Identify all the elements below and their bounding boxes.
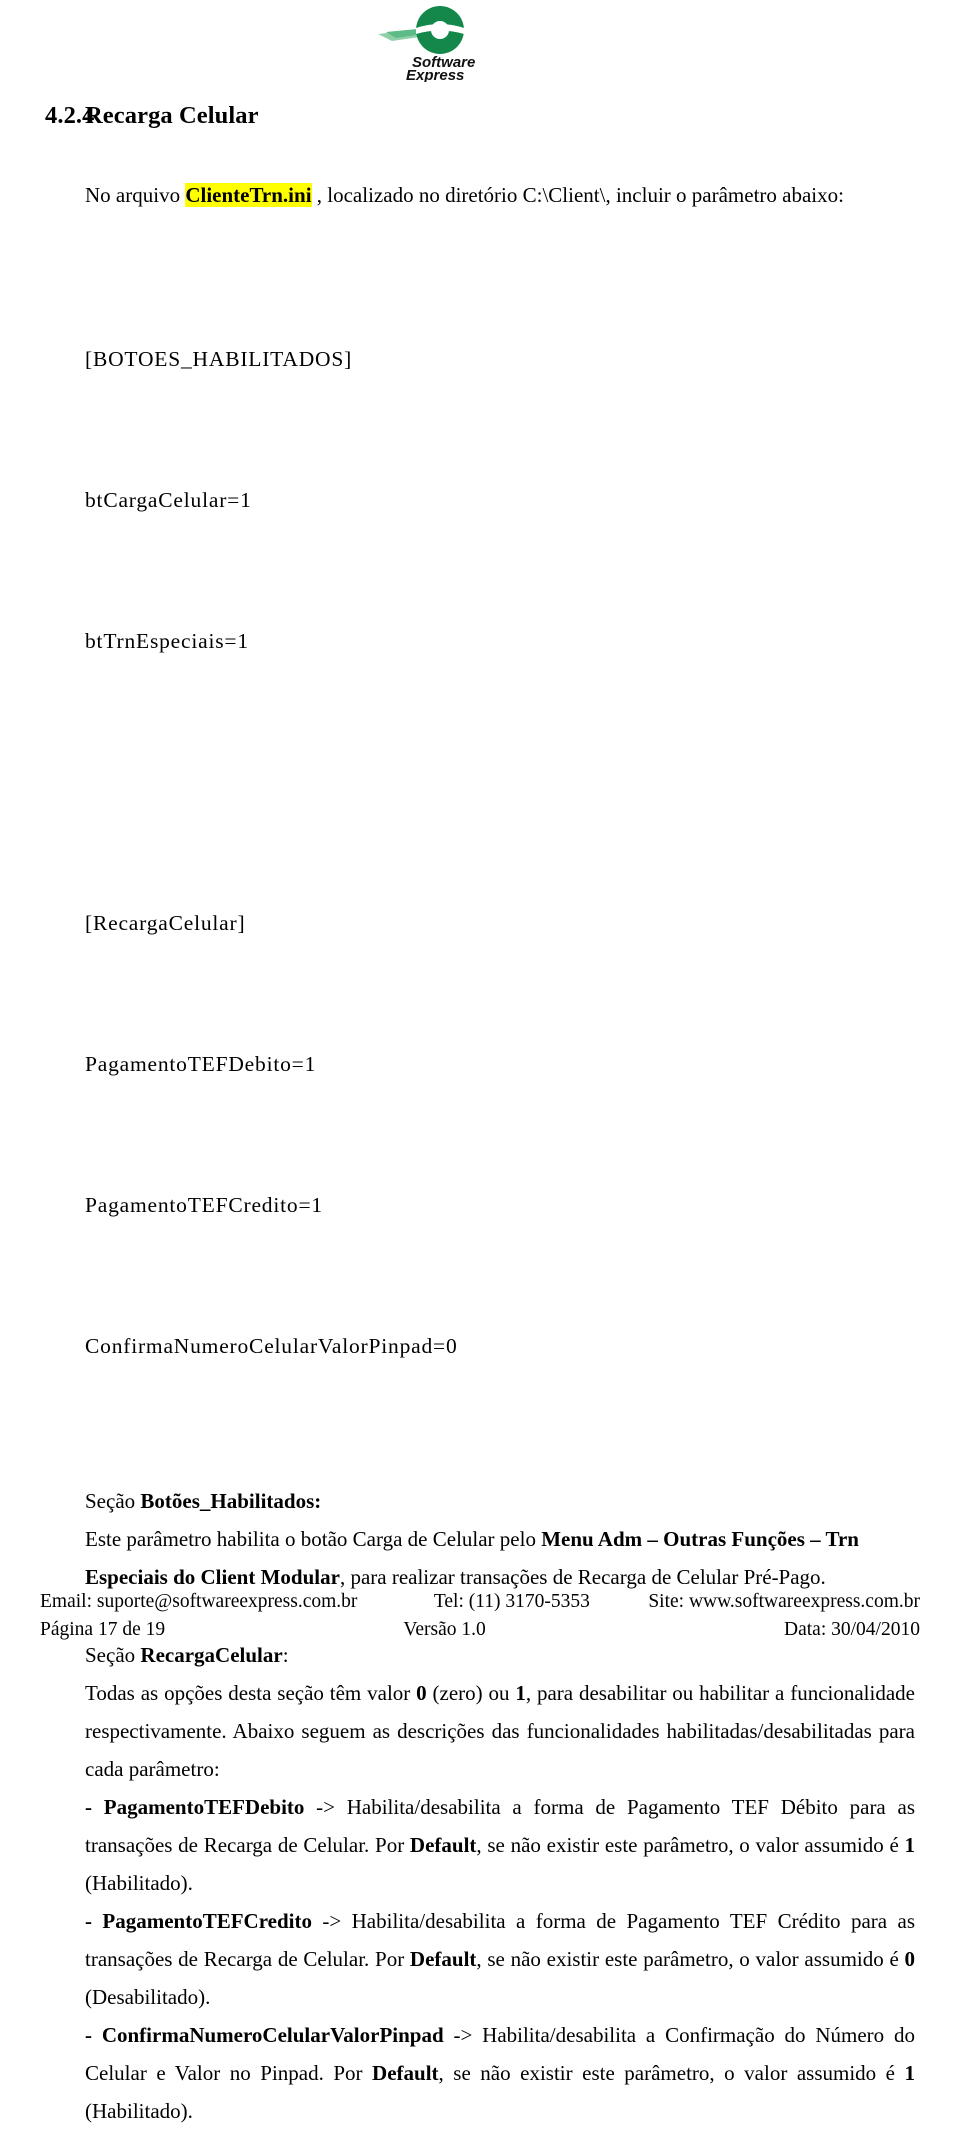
- intro-text-after: , localizado no diretório C:\Client\, in…: [311, 183, 844, 208]
- param-text-3: (Desabilitado).: [85, 1985, 211, 2010]
- page-title: 4.2.4Recarga Celular: [0, 88, 960, 130]
- param-name: PagamentoTEFDebito: [103, 1795, 305, 1820]
- intro-paragraph: No arquivo ClienteTrn.ini , localizado n…: [85, 176, 915, 214]
- section-label-prefix: Seção: [85, 1643, 141, 1668]
- param-default-value: 1: [904, 1833, 916, 1858]
- document-header-band: Software Express: [0, 0, 960, 88]
- section-label-bold: Botões_Habilitados:: [140, 1489, 322, 1514]
- footer-tel: Tel: (11) 3170-5353: [433, 1591, 590, 1612]
- ini-line: ConfirmaNumeroCelularValorPinpad=0: [85, 1334, 458, 1359]
- param-text-3: (Habilitado).: [85, 2099, 193, 2124]
- param-default-word: Default: [409, 1833, 477, 1858]
- param-bullet: -: [85, 1909, 103, 1934]
- ini-line: [BOTOES_HABILITADOS]: [85, 347, 353, 372]
- section-label-botoes: Seção Botões_Habilitados:: [85, 1482, 915, 1520]
- param-default-word: Default: [372, 2061, 439, 2086]
- footer-site: Site: www.softwareexpress.com.br: [648, 1591, 920, 1612]
- recarga-text-1: Todas as opções desta seção têm valor: [85, 1681, 417, 1706]
- param-default-value: 1: [904, 2061, 916, 2086]
- footer-version: Versão 1.0: [403, 1619, 486, 1640]
- page-footer: Email: suporte@softwareexpress.com.br Te…: [0, 1588, 960, 1644]
- recarga-value-zero: 0: [416, 1681, 427, 1706]
- param-bullet: -: [85, 1795, 104, 1820]
- param-text-2: , se não existir este parâmetro, o valor…: [438, 2061, 905, 2086]
- footer-date: Data: 30/04/2010: [784, 1619, 920, 1640]
- recarga-text-2: (zero) ou: [426, 1681, 516, 1706]
- section-label-prefix: Seção: [85, 1489, 141, 1514]
- ini-blank-line: [85, 759, 915, 806]
- param-text-3: (Habilitado).: [85, 1871, 193, 1896]
- param-default-value: 0: [904, 1947, 916, 1972]
- param-description: - ConfirmaNumeroCelularValorPinpad -> Ha…: [85, 2016, 915, 2130]
- ini-line: [RecargaCelular]: [85, 911, 246, 936]
- ini-config-block: [BOTOES_HABILITADOS] btCargaCelular=1 bt…: [85, 242, 915, 1464]
- param-description: - PagamentoTEFCredito -> Habilita/desabi…: [85, 1902, 915, 2016]
- section-label-suffix: :: [282, 1643, 289, 1668]
- software-express-logo: Software Express: [376, 4, 488, 82]
- body-column: No arquivo ClienteTrn.ini , localizado n…: [85, 130, 915, 2130]
- param-name: PagamentoTEFCredito: [102, 1909, 312, 1934]
- param-text-2: , se não existir este parâmetro, o valor…: [476, 1833, 905, 1858]
- botoes-text-2: , para realizar transações de Recarga de…: [339, 1565, 826, 1590]
- botoes-text-1: Este parâmetro habilita o botão Carga de…: [85, 1527, 542, 1552]
- section-intro-recarga: Todas as opções desta seção têm valor 0 …: [85, 1674, 915, 1788]
- section-body-botoes: Este parâmetro habilita o botão Carga de…: [85, 1520, 915, 1596]
- param-description: - PagamentoTEFDebito -> Habilita/desabil…: [85, 1788, 915, 1902]
- intro-text-before: No arquivo: [85, 183, 186, 208]
- ini-line: btCargaCelular=1: [85, 488, 252, 513]
- recarga-value-one: 1: [515, 1681, 526, 1706]
- footer-email: Email: suporte@softwareexpress.com.br: [40, 1591, 358, 1612]
- section-number: 4.2.4: [45, 102, 95, 129]
- param-bullet: -: [85, 2023, 102, 2048]
- section-label-bold: RecargaCelular: [140, 1643, 283, 1668]
- footer-contact-row: Email: suporte@softwareexpress.com.br Te…: [40, 1588, 920, 1616]
- param-name: ConfirmaNumeroCelularValorPinpad: [101, 2023, 444, 2048]
- param-default-word: Default: [409, 1947, 477, 1972]
- section-title: Recarga Celular: [85, 102, 259, 129]
- ini-line: PagamentoTEFDebito=1: [85, 1052, 317, 1077]
- param-text-2: , se não existir este parâmetro, o valor…: [476, 1947, 905, 1972]
- footer-meta-row: Página 17 de 19 Versão 1.0 Data: 30/04/2…: [40, 1616, 920, 1644]
- document-page: 4.2.4Recarga Celular No arquivo ClienteT…: [0, 88, 960, 2130]
- logo-wordmark-express: Express: [406, 67, 464, 82]
- logo-e-mark: [416, 6, 464, 54]
- footer-page-number: Página 17 de 19: [40, 1619, 166, 1640]
- file-name-highlight: ClienteTrn.ini: [185, 183, 312, 208]
- ini-line: btTrnEspeciais=1: [85, 629, 249, 654]
- ini-line: PagamentoTEFCredito=1: [85, 1193, 323, 1218]
